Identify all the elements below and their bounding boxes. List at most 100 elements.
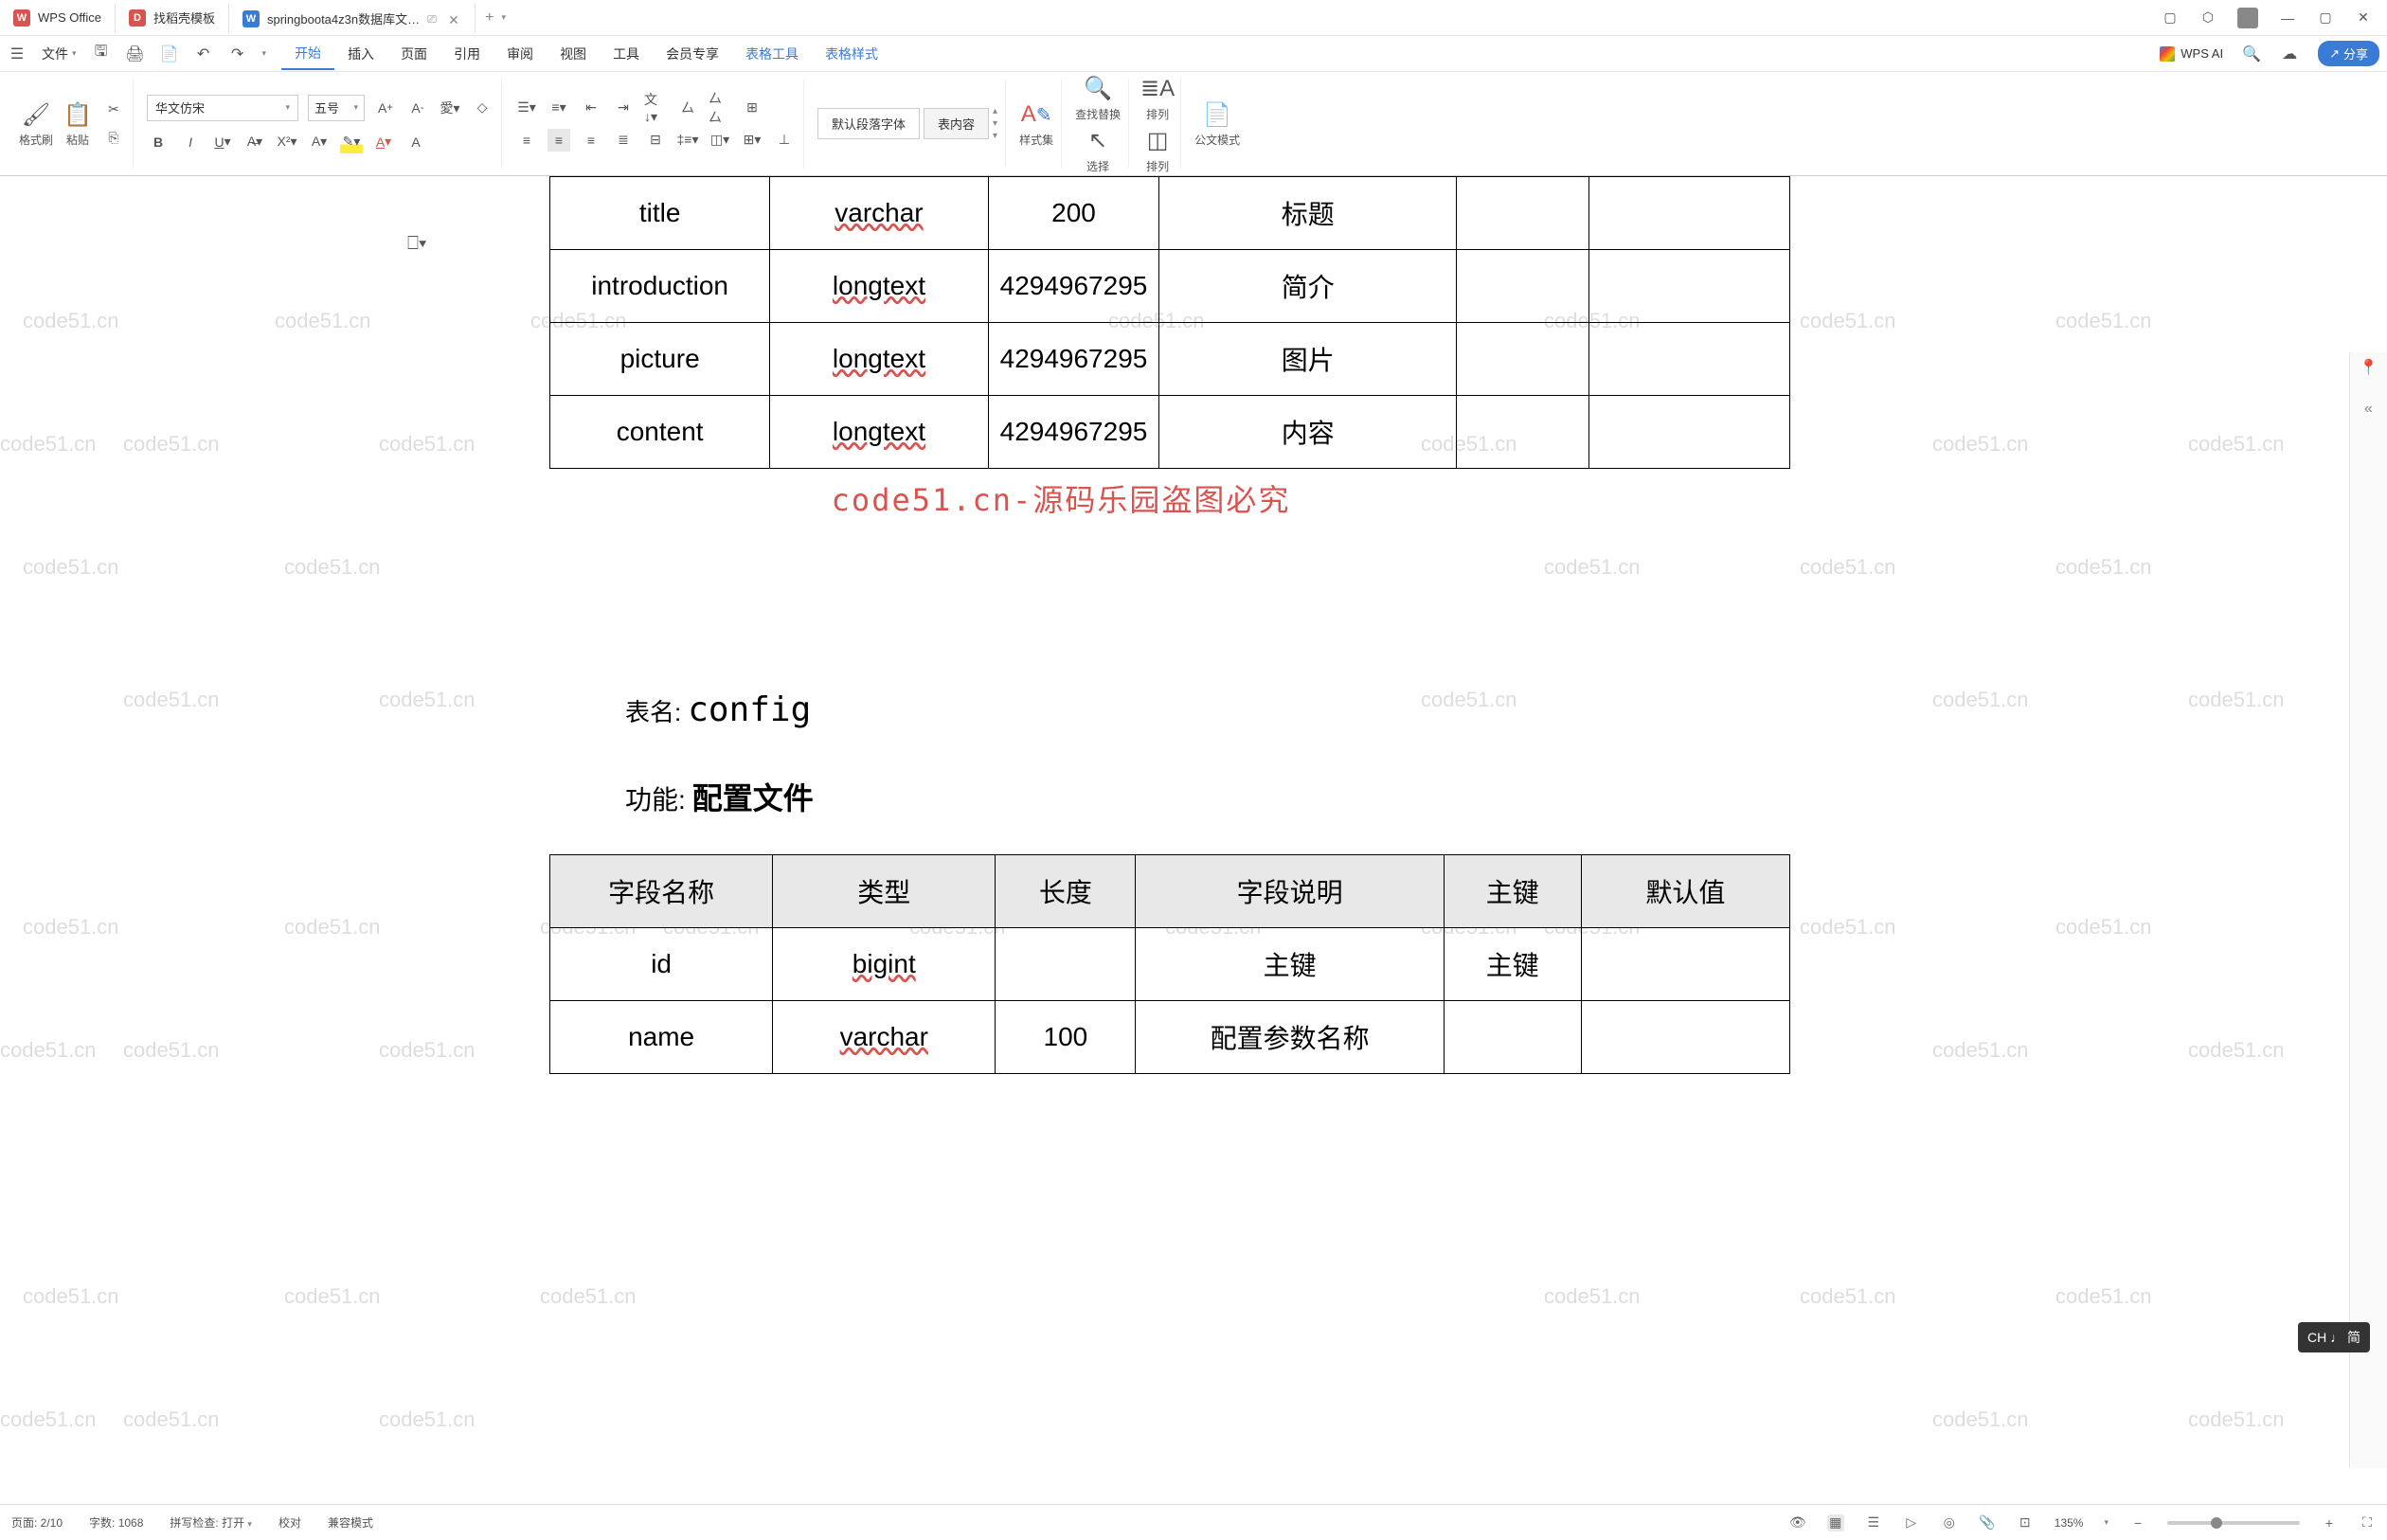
arrange2-button[interactable]: ◫ 排列 [1142,126,1173,174]
outline-icon[interactable]: ☰ [1865,1514,1882,1531]
preview-icon[interactable]: 📄 [160,45,179,63]
tab-close-icon[interactable]: ✕ [448,12,461,26]
print-icon[interactable]: 🖨 [126,45,145,63]
reading-icon[interactable]: ▷ [1903,1514,1920,1531]
wps-ai-button[interactable]: WPS AI [2160,46,2223,62]
minimize-icon[interactable]: — [2279,9,2296,27]
formal-mode-button[interactable]: 📄 公文模式 [1194,99,1240,148]
shading-button[interactable]: A [404,131,427,153]
style-up-icon[interactable]: ▴ [993,106,997,116]
highlight-button[interactable]: ✎▾ [340,131,363,153]
menu-tools[interactable]: 工具 [600,39,653,69]
schema-table-2[interactable]: 字段名称 类型 长度 字段说明 主键 默认值 id bigint 主键 主键 n… [549,854,1790,1074]
menu-table-style[interactable]: 表格样式 [812,39,891,69]
cube-icon[interactable]: ⬡ [2199,9,2216,27]
menu-table-tools[interactable]: 表格工具 [732,39,812,69]
select-button[interactable]: ↖ 选择 [1083,126,1113,174]
zoom-in-icon[interactable]: + [2321,1514,2338,1531]
fit-width-icon[interactable]: ⊡ [2017,1514,2034,1531]
style-more-icon[interactable]: ▾ [993,131,997,141]
text-effects-button[interactable]: A▾ [308,131,331,153]
chevron-down-icon[interactable]: ▾ [501,12,506,23]
undo-icon[interactable]: ↶ [194,45,213,63]
tab-screen-icon[interactable]: ⎚ [427,12,440,26]
schema-table-1[interactable]: title varchar 200 标题 introduction longte… [549,176,1790,469]
proof-status[interactable]: 校对 [278,1514,301,1531]
maximize-icon[interactable]: ▢ [2317,9,2334,27]
focus-icon[interactable]: ◎ [1941,1514,1958,1531]
superscript-button[interactable]: X²▾ [276,131,298,153]
fullscreen-icon[interactable]: ⛶ [2359,1514,2376,1531]
table-row[interactable]: id bigint 主键 主键 [550,928,1790,1001]
file-menu[interactable]: 文件 [42,45,68,63]
compat-mode[interactable]: 兼容模式 [328,1514,373,1531]
menu-review[interactable]: 审阅 [494,39,547,69]
increase-font-button[interactable]: A+ [374,97,397,119]
line-spacing-button[interactable]: ‡≡▾ [676,129,699,152]
print-layout-icon[interactable]: ▦ [1827,1514,1844,1531]
strikethrough-button[interactable]: A̶▾ [243,131,266,153]
share-button[interactable]: ↗ 分享 [2318,41,2379,66]
menu-start[interactable]: 开始 [281,38,334,70]
decrease-indent-button[interactable]: ⇤ [580,97,602,119]
zoom-chevron-icon[interactable]: ▾ [2104,1517,2109,1528]
numbering-button[interactable]: ≡▾ [547,97,570,119]
shading-para-button[interactable]: ◫▾ [709,129,731,152]
copy-button[interactable]: ⎘ [102,127,125,150]
style-table-content[interactable]: 表内容 [924,108,989,139]
tab-wps-office[interactable]: W WPS Office [0,3,116,33]
underline-button[interactable]: U▾ [211,131,234,153]
align-center-button[interactable]: ≡ [547,129,570,152]
new-tab-button[interactable]: + ▾ [476,3,515,33]
cloud-icon[interactable]: ☁ [2280,45,2299,63]
table-row[interactable]: picture longtext 4294967295 图片 [550,323,1790,396]
borders-button[interactable]: ⊞▾ [741,129,763,152]
font-name-select[interactable]: 华文仿宋 ▾ [147,95,298,121]
align-left-button[interactable]: ≡ [515,129,538,152]
styleset-button[interactable]: A✎ 样式集 [1019,99,1053,148]
spell-check-status[interactable]: 拼写检查: 打开 ▾ [170,1514,252,1531]
table-row[interactable]: title varchar 200 标题 [550,177,1790,250]
distribute-button[interactable]: ⊟ [644,129,667,152]
bookmark-icon[interactable]: 📍 [2360,358,2378,377]
tabs-button[interactable]: ⊥ [773,129,796,152]
menu-insert[interactable]: 插入 [334,39,387,69]
bold-button[interactable]: B [147,131,170,153]
table-row[interactable]: name varchar 100 配置参数名称 [550,1001,1790,1074]
decrease-font-button[interactable]: A- [406,97,429,119]
zoom-slider[interactable] [2167,1521,2300,1525]
chevron-down-icon[interactable]: ▾ [72,48,77,59]
close-icon[interactable]: ✕ [2355,9,2372,27]
page-indicator[interactable]: 页面: 2/10 [11,1514,63,1531]
style-down-icon[interactable]: ▾ [993,118,997,129]
find-replace-button[interactable]: 🔍 查找替换 [1075,74,1121,122]
asian-typeset-button[interactable]: ⊞ [741,97,763,119]
zoom-out-icon[interactable]: − [2129,1514,2146,1531]
avatar-icon[interactable] [2237,8,2258,28]
font-color-button[interactable]: A▾ [372,131,395,153]
table-row[interactable]: content longtext 4294967295 内容 [550,396,1790,469]
font-size-select[interactable]: 五号 ▾ [308,95,365,121]
ime-indicator[interactable]: CH ♩ 简 [2298,1322,2370,1352]
document-area[interactable]: code51.cn code51.cn code51.cn code51.cn … [0,176,2387,1504]
increase-indent-button[interactable]: ⇥ [612,97,635,119]
eye-icon[interactable]: 👁 [1789,1514,1806,1531]
paste-button[interactable]: 📋 粘贴 [63,99,93,148]
bullets-button[interactable]: ☰▾ [515,97,538,119]
menu-member[interactable]: 会员专享 [653,39,732,69]
redo-icon[interactable]: ↷ [228,45,247,63]
attach-icon[interactable]: 📎 [1979,1514,1996,1531]
italic-button[interactable]: I [179,131,202,153]
hamburger-icon[interactable]: ☰ [8,45,27,63]
style-default-para[interactable]: 默认段落字体 [817,108,920,139]
align-right-button[interactable]: ≡ [580,129,602,152]
text-direction-button[interactable]: 文↓▾ [644,97,667,119]
asian-layout2-button[interactable]: 厶厶 [709,97,731,119]
search-icon[interactable]: 🔍 [2242,45,2261,63]
table-row[interactable]: introduction longtext 4294967295 简介 [550,250,1790,323]
menu-reference[interactable]: 引用 [440,39,494,69]
save-icon[interactable]: 🖫 [92,45,111,63]
menu-view[interactable]: 视图 [547,39,600,69]
change-case-button[interactable]: 愛▾ [439,97,461,119]
chevron-down-icon[interactable]: ▾ [262,48,267,59]
